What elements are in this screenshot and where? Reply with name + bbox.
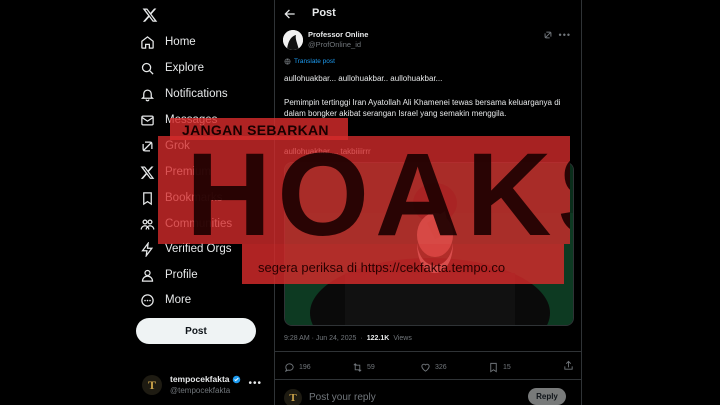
reply-composer: T Post your reply Reply — [284, 385, 574, 405]
more-icon[interactable]: ••• — [248, 378, 262, 389]
post-header: Post — [275, 0, 581, 28]
home-icon — [141, 35, 154, 49]
post-author: Professor Online @ProfOnline_id ••• — [283, 30, 575, 52]
post-actions: 196 59 326 15 — [284, 360, 574, 374]
repost-count: 59 — [367, 363, 375, 371]
page-title: Post — [312, 7, 336, 19]
x-logo-icon[interactable] — [140, 5, 160, 25]
avatar: T — [284, 389, 302, 405]
search-icon — [141, 62, 154, 75]
bookmark-action[interactable]: 15 — [488, 362, 556, 373]
view-label: Views — [393, 335, 412, 342]
share-icon[interactable] — [563, 360, 574, 371]
left-sidebar: Home Explore Notifications Messages Grok… — [130, 0, 274, 405]
sidebar-item-label: Home — [165, 36, 196, 48]
post-image[interactable] — [284, 162, 574, 326]
more-circle-icon — [141, 293, 154, 307]
sidebar-item-premium[interactable]: Premium — [140, 161, 270, 183]
reply-count: 196 — [299, 363, 311, 371]
reply-input[interactable]: Post your reply — [309, 392, 376, 403]
sidebar-item-label: Messages — [165, 114, 218, 126]
reply-button[interactable]: Reply — [528, 388, 566, 405]
sidebar-item-grok[interactable]: Grok — [140, 135, 270, 157]
sidebar-item-label: Premium — [165, 166, 212, 178]
reply-icon — [284, 362, 294, 372]
post-button[interactable]: Post — [136, 318, 256, 344]
sidebar-item-label: More — [165, 294, 192, 306]
reply-action[interactable]: 196 — [284, 362, 352, 373]
grok-icon[interactable] — [543, 30, 553, 40]
user-icon — [141, 269, 154, 282]
sidebar-item-home[interactable]: Home — [140, 31, 270, 53]
translate-label: Translate post — [294, 58, 335, 65]
sidebar-item-verified-orgs[interactable]: Verified Orgs — [140, 238, 270, 260]
post-timestamp[interactable]: 9:28 AM · Jun 24, 2025 — [284, 335, 356, 342]
bell-icon — [140, 89, 155, 101]
post-text-line: aullohuakbar.... takbiiiirrr — [284, 147, 371, 156]
sidebar-item-label: Explore — [165, 62, 204, 74]
post-meta: 9:28 AM · Jun 24, 2025 · 122.1K Views — [284, 335, 412, 342]
sidebar-item-label: Communities — [165, 218, 233, 230]
repost-action[interactable]: 59 — [352, 362, 420, 373]
avatar: T — [142, 375, 162, 395]
verified-badge-icon — [232, 375, 240, 384]
sidebar-item-label: Bookmarks — [165, 192, 223, 204]
sidebar-item-label: Profile — [165, 269, 198, 281]
sidebar-item-communities[interactable]: Communities — [140, 213, 270, 235]
back-arrow-icon[interactable] — [283, 7, 297, 21]
grok-icon — [142, 141, 153, 151]
sidebar-item-messages[interactable]: Messages — [140, 109, 270, 131]
sidebar-item-label: Verified Orgs — [165, 243, 232, 255]
repost-icon — [353, 362, 362, 372]
author-name[interactable]: Professor Online — [308, 30, 368, 39]
account-name: tempocekfakta — [170, 374, 241, 385]
sidebar-item-more[interactable]: More — [140, 289, 270, 311]
bookmark-icon — [143, 191, 152, 205]
translate-icon — [284, 58, 291, 65]
sidebar-item-notifications[interactable]: Notifications — [140, 83, 270, 105]
divider — [275, 379, 581, 380]
view-count: 122.1K — [366, 335, 390, 342]
bookmark-icon — [490, 362, 497, 372]
author-handle[interactable]: @ProfOnline_id — [308, 40, 361, 49]
sidebar-item-label: Notifications — [165, 88, 228, 100]
divider — [275, 351, 581, 352]
more-icon[interactable]: ••• — [559, 30, 571, 40]
mail-icon — [141, 115, 154, 125]
account-handle: @tempocekfakta — [170, 386, 231, 395]
separator-dot: · — [360, 335, 363, 342]
sidebar-item-profile[interactable]: Profile — [140, 264, 270, 286]
sidebar-item-explore[interactable]: Explore — [140, 57, 270, 79]
account-name-text: tempocekfakta — [170, 374, 230, 384]
people-icon — [140, 219, 155, 230]
avatar[interactable] — [283, 30, 303, 50]
post-text-line: Pemimpin tertinggi Iran Ayatollah Ali Kh… — [284, 98, 561, 118]
sidebar-item-label: Grok — [165, 140, 190, 152]
translate-post-link[interactable]: Translate post — [284, 58, 335, 65]
post-text-line: aullohuakbar... aullohuakbar.. aullohuak… — [284, 74, 443, 83]
x-logo-icon — [140, 165, 155, 179]
account-switcher[interactable]: T tempocekfakta @tempocekfakta ••• — [142, 372, 268, 398]
like-action[interactable]: 326 — [420, 362, 488, 373]
bookmark-count: 15 — [503, 363, 511, 371]
post-detail-column: Post Professor Online @ProfOnline_id •••… — [274, 0, 582, 405]
like-count: 326 — [435, 363, 447, 371]
heart-icon — [421, 363, 430, 372]
screenshot-frame: Home Explore Notifications Messages Grok… — [0, 0, 720, 405]
sidebar-item-bookmarks[interactable]: Bookmarks — [140, 187, 270, 209]
lightning-icon — [141, 241, 154, 257]
